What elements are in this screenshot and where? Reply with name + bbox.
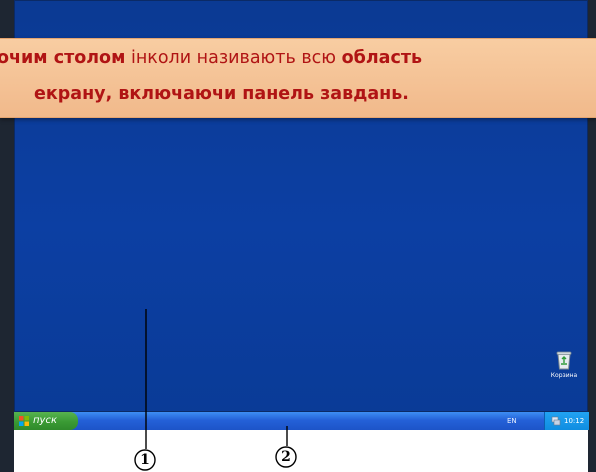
annotation-lines [134, 309, 297, 471]
marker-2-label: 2 [281, 449, 291, 465]
marker-1-label: 1 [140, 452, 150, 468]
